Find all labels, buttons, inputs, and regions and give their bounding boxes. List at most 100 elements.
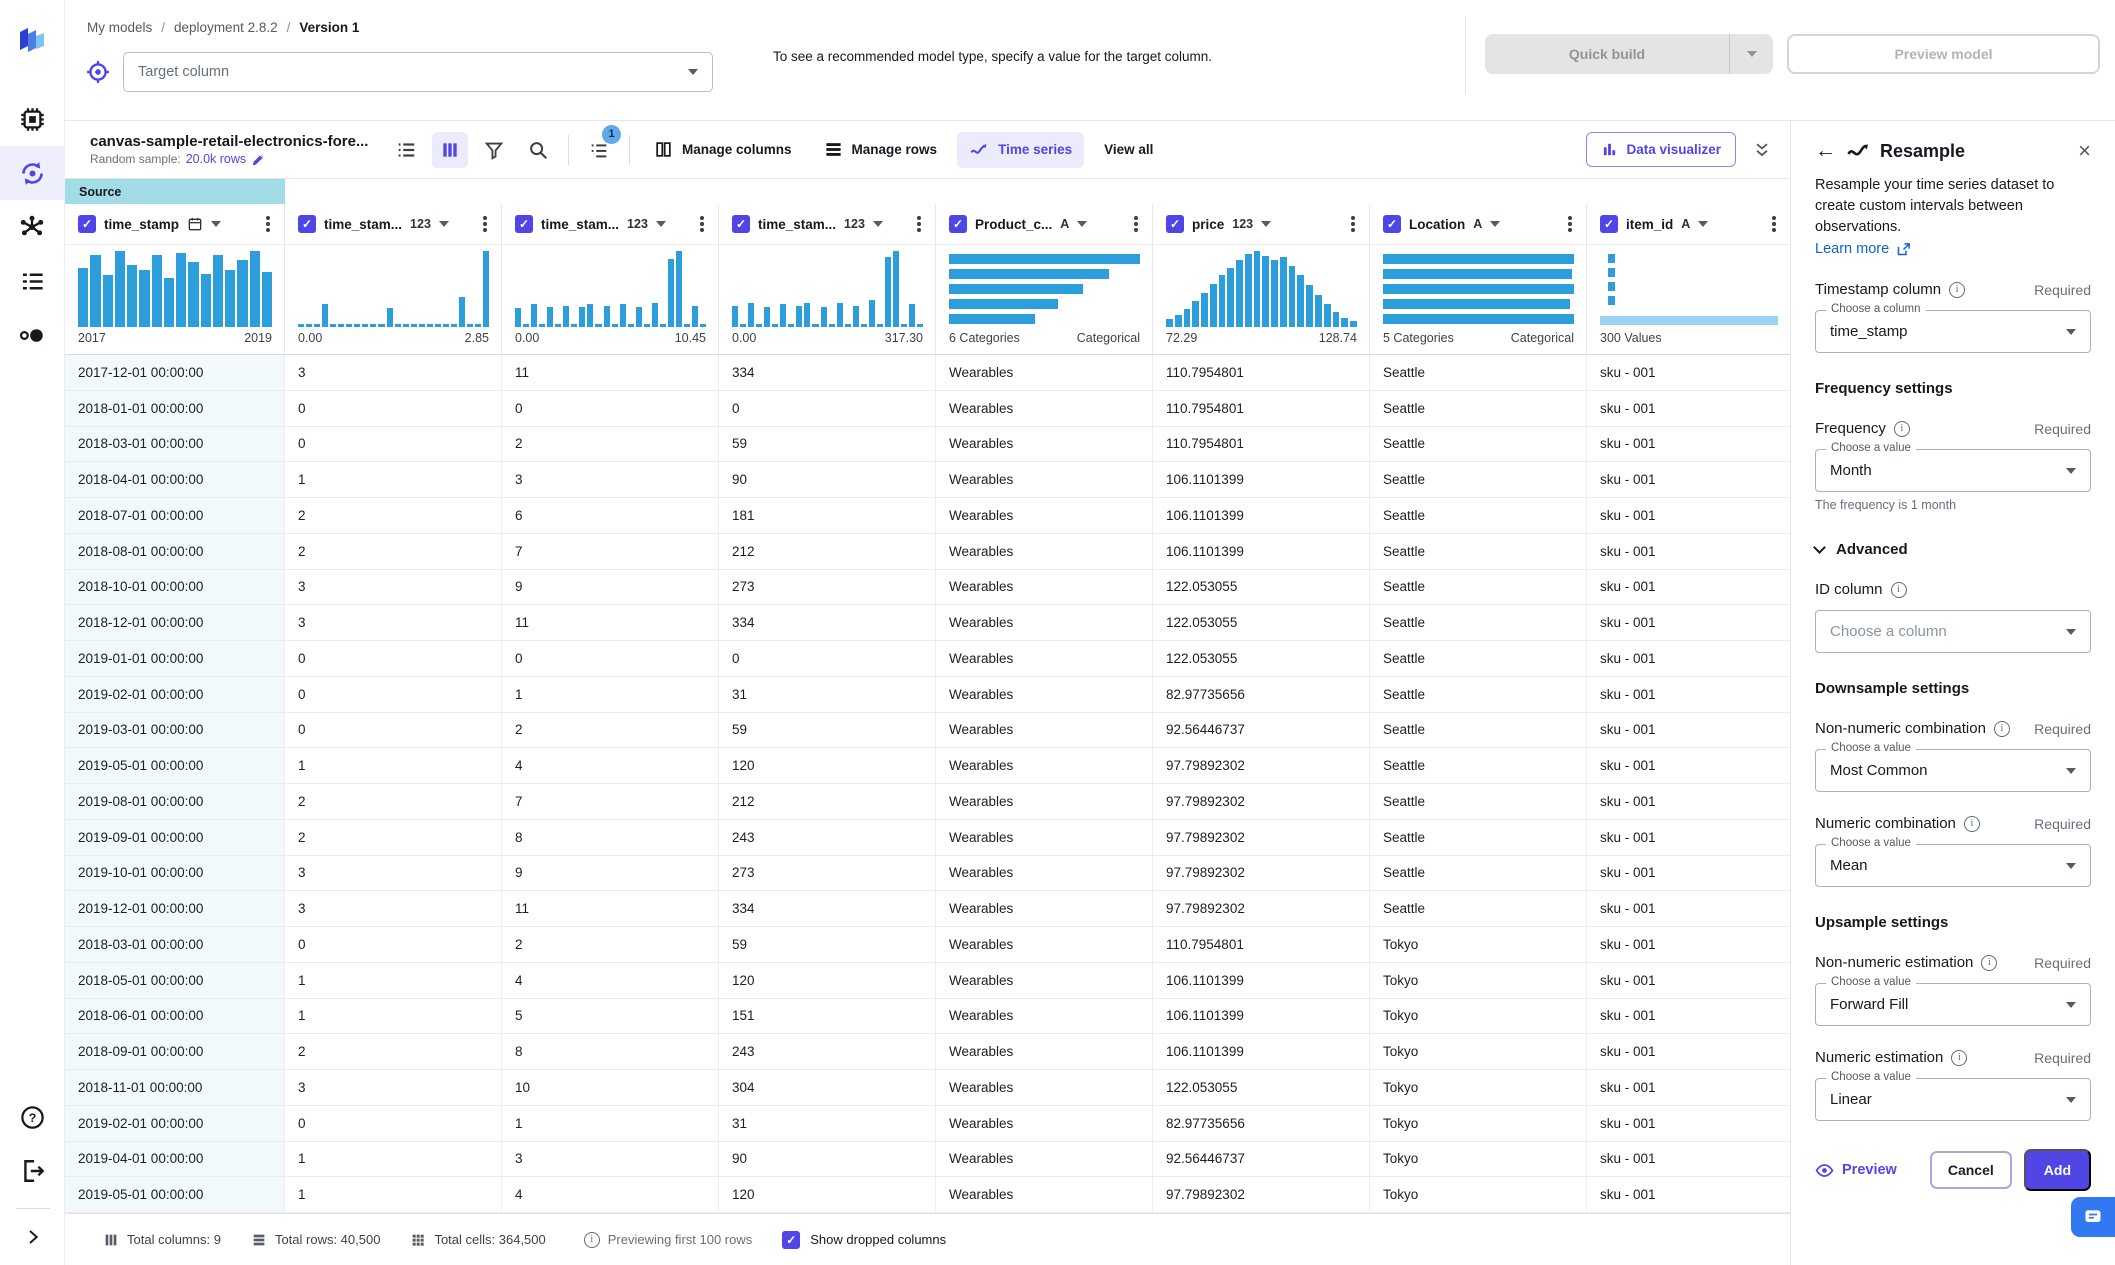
breadcrumb-my-models[interactable]: My models xyxy=(87,20,152,35)
chevron-down-icon[interactable] xyxy=(1077,221,1088,227)
chevron-down-icon[interactable] xyxy=(1698,221,1709,227)
manage-rows-button[interactable]: Manage rows xyxy=(812,132,950,167)
add-button[interactable]: Add xyxy=(2023,1149,2091,1192)
table-cell: 59 xyxy=(719,927,936,962)
search-button[interactable] xyxy=(520,132,556,168)
column-checkbox[interactable]: ✓ xyxy=(732,215,750,233)
preview-button[interactable]: Preview xyxy=(1815,1161,1897,1180)
rows-icon xyxy=(253,1234,265,1245)
table-cell: Wearables xyxy=(936,748,1153,783)
sidebar-item-my-models[interactable] xyxy=(0,146,65,200)
column-menu-icon[interactable] xyxy=(1351,222,1355,226)
column-checkbox[interactable]: ✓ xyxy=(1600,215,1618,233)
target-column-select[interactable]: Target column xyxy=(123,52,713,92)
info-icon[interactable]: i xyxy=(1993,720,2010,737)
total-columns: Total columns: 9 xyxy=(103,1232,221,1248)
chevron-down-icon[interactable] xyxy=(438,221,449,227)
table-cell: 2 xyxy=(285,819,502,855)
quick-build-dropdown[interactable] xyxy=(1729,34,1773,74)
chevron-down-icon[interactable] xyxy=(872,221,883,227)
filter-button[interactable] xyxy=(476,132,512,168)
cancel-button[interactable]: Cancel xyxy=(1929,1151,2012,1190)
help-button[interactable]: ? xyxy=(0,1090,65,1144)
info-icon[interactable]: i xyxy=(1963,815,1980,832)
learn-more-link[interactable]: Learn more xyxy=(1815,241,1911,257)
table-cell: 2 xyxy=(502,712,719,748)
histogram-bar xyxy=(1288,266,1296,327)
chevron-down-icon[interactable] xyxy=(1261,221,1272,227)
numeric-estimation-select[interactable]: Choose a value Linear xyxy=(1815,1071,2091,1122)
timestamp-column-select[interactable]: Choose a column time_stamp xyxy=(1815,303,2091,354)
expand-sidebar-button[interactable] xyxy=(0,1219,65,1255)
breadcrumb-deployment[interactable]: deployment 2.8.2 xyxy=(174,20,278,35)
preview-model-button[interactable]: Preview model xyxy=(1787,34,2100,74)
table-row: 2018-04-01 00:00:00 1 3 90 Wearables 106.1101… xyxy=(65,462,1790,498)
table-cell: 2019-12-01 00:00:00 xyxy=(65,891,285,926)
show-dropped-columns-toggle[interactable]: ✓ Show dropped columns xyxy=(782,1230,946,1249)
sample-size-link[interactable]: 20.0k rows xyxy=(186,152,246,166)
histogram-label-left: 2017 xyxy=(78,331,106,345)
column-menu-icon[interactable] xyxy=(1134,222,1138,226)
time-series-button[interactable]: Time series xyxy=(957,131,1085,168)
non-numeric-estimation-select[interactable]: Choose a value Forward Fill xyxy=(1815,976,2091,1027)
table-cell: 0 xyxy=(285,1105,502,1141)
logout-button[interactable] xyxy=(0,1144,65,1198)
collapse-double-chevron-icon[interactable] xyxy=(1752,140,1772,160)
non-numeric-combination-select[interactable]: Choose a value Most Common xyxy=(1815,742,2091,793)
column-menu-icon[interactable] xyxy=(483,222,487,226)
column-menu-icon[interactable] xyxy=(917,222,921,226)
info-icon[interactable]: i xyxy=(1893,420,1910,437)
checkbox-checked-icon[interactable]: ✓ xyxy=(782,1230,801,1249)
source-tab[interactable]: Source xyxy=(65,179,285,204)
chat-widget-button[interactable] xyxy=(2071,1197,2115,1237)
column-name: price xyxy=(1192,216,1225,232)
table-cell: sku - 001 xyxy=(1600,400,1656,416)
view-all-button[interactable]: View all xyxy=(1092,134,1165,165)
quick-build-button[interactable]: Quick build xyxy=(1485,34,1773,74)
histogram-bar xyxy=(1192,301,1200,327)
histogram-bar xyxy=(261,272,272,327)
table-cell: 2 xyxy=(285,498,502,533)
column-menu-icon[interactable] xyxy=(1568,222,1572,226)
column-menu-icon[interactable] xyxy=(1772,222,1776,226)
pencil-icon[interactable] xyxy=(251,152,266,167)
info-icon[interactable]: i xyxy=(1890,581,1907,598)
app-logo[interactable] xyxy=(0,12,65,66)
chevron-down-icon[interactable] xyxy=(1490,221,1501,227)
column-checkbox[interactable]: ✓ xyxy=(949,215,967,233)
id-column-select[interactable]: Choose a column xyxy=(1815,610,2091,654)
column-checkbox[interactable]: ✓ xyxy=(78,215,96,233)
histogram-bar xyxy=(868,300,875,327)
sort-list-button[interactable]: 1 xyxy=(581,124,621,168)
histogram-bar xyxy=(909,304,916,327)
table-cell: 1 xyxy=(285,998,502,1034)
column-menu-icon[interactable] xyxy=(700,222,704,226)
data-visualizer-button[interactable]: Data visualizer xyxy=(1586,132,1736,167)
column-header: ✓ time_stamp xyxy=(65,204,285,244)
back-button[interactable]: ← xyxy=(1815,139,1836,163)
close-icon[interactable]: × xyxy=(2078,140,2091,162)
sidebar-item-list[interactable] xyxy=(0,254,65,308)
sidebar-item-workflows[interactable] xyxy=(0,200,65,254)
chevron-down-icon[interactable] xyxy=(655,221,666,227)
select-value: Month xyxy=(1830,462,1872,480)
chevron-down-icon[interactable] xyxy=(211,221,222,227)
numeric-combination-select[interactable]: Choose a value Mean xyxy=(1815,837,2091,888)
table-cell: Wearables xyxy=(936,1141,1153,1177)
info-icon[interactable]: i xyxy=(1981,954,1998,971)
advanced-toggle[interactable]: Advanced xyxy=(1813,541,2091,558)
manage-columns-button[interactable]: Manage columns xyxy=(642,132,804,167)
column-checkbox[interactable]: ✓ xyxy=(298,215,316,233)
frequency-select[interactable]: Choose a value Month xyxy=(1815,442,2091,493)
column-menu-icon[interactable] xyxy=(266,222,270,226)
list-view-button[interactable] xyxy=(388,132,424,168)
info-icon[interactable]: i xyxy=(1951,1049,1968,1066)
info-icon[interactable]: i xyxy=(1949,281,1966,298)
sidebar-item-automations[interactable] xyxy=(0,308,65,362)
column-checkbox[interactable]: ✓ xyxy=(515,215,533,233)
histogram-bar xyxy=(619,304,626,327)
sidebar-item-datasets[interactable] xyxy=(0,92,65,146)
column-view-button[interactable] xyxy=(432,131,468,168)
column-checkbox[interactable]: ✓ xyxy=(1383,215,1401,233)
column-checkbox[interactable]: ✓ xyxy=(1166,215,1184,233)
